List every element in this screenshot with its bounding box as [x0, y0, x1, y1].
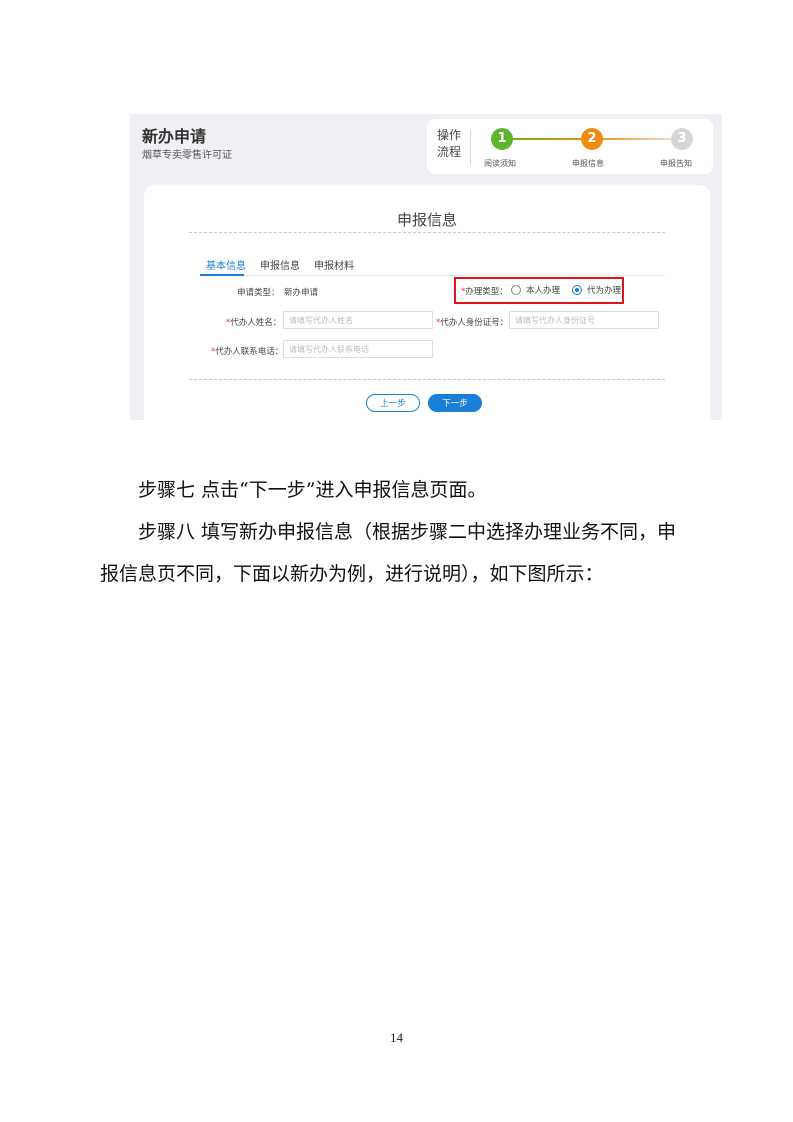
form-panel: 申报信息 基本信息 申报信息 申报材料 申请类型： 新办申请 *办理类型： 本人… — [144, 185, 710, 420]
process-steps: 操作流程 1 2 3 阅读须知 申报信息 申报告知 — [427, 119, 713, 174]
step-3-dot: 3 — [671, 128, 693, 150]
agent-id-label: *代办人身份证号： — [436, 318, 509, 328]
step-2-dot: 2 — [581, 128, 603, 150]
handle-type-label: *办理类型： — [461, 287, 508, 297]
page-number: 14 — [390, 1030, 403, 1045]
agent-name-input[interactable]: 请填写代办人姓名 — [283, 311, 433, 329]
prev-step-button[interactable]: 上一步 — [366, 394, 420, 412]
panel-title: 申报信息 — [396, 211, 457, 229]
agent-id-input[interactable]: 请填写代办人身份证号 — [509, 311, 659, 329]
tab-declare-info[interactable]: 申报信息 — [260, 257, 300, 272]
radio-agent-label[interactable]: 代为办理 — [587, 284, 621, 296]
agent-name-label: *代办人姓名： — [226, 318, 282, 328]
step-1-label: 阅读须知 — [484, 159, 516, 168]
app-title: 新办申请 — [142, 127, 207, 146]
step-connector-1 — [502, 138, 592, 140]
title-divider — [189, 232, 665, 233]
step-1-dot: 1 — [491, 128, 513, 150]
next-step-button[interactable]: 下一步 — [428, 394, 482, 412]
step8-paragraph-line2: 报信息页不同，下面以新办为例，进行说明），如下图所示： — [100, 563, 604, 585]
tab-basic-info[interactable]: 基本信息 — [206, 257, 246, 272]
agent-phone-input[interactable]: 请填写代办人联系电话 — [283, 340, 433, 358]
step-3-label: 申报告知 — [660, 159, 692, 168]
process-divider — [470, 129, 471, 165]
screenshot-figure: 新办申请 烟草专卖零售许可证 操作流程 1 2 3 阅读须知 申报信息 申报告知… — [130, 114, 722, 420]
apply-type-value: 新办申请 — [284, 288, 319, 298]
step7-paragraph: 步骤七 点击“下一步”进入申报信息页面。 — [138, 479, 487, 501]
radio-self[interactable] — [511, 285, 521, 295]
tab-active-indicator — [200, 274, 244, 276]
agent-phone-label: *代办人联系电话： — [211, 347, 284, 357]
step-connector-2 — [592, 138, 682, 140]
radio-self-label[interactable]: 本人办理 — [526, 284, 560, 296]
radio-agent[interactable] — [572, 285, 582, 295]
apply-type-label: 申请类型： — [237, 288, 280, 298]
process-label: 操作流程 — [437, 128, 462, 159]
form-divider — [189, 379, 665, 380]
tabs-baseline — [200, 275, 665, 276]
step-2-label: 申报信息 — [572, 159, 604, 168]
app-subtitle: 烟草专卖零售许可证 — [142, 150, 232, 161]
tab-declare-materials[interactable]: 申报材料 — [314, 257, 354, 272]
step8-paragraph-line1: 步骤八 填写新办申报信息（根据步骤二中选择办理业务不同，申 — [138, 521, 677, 543]
